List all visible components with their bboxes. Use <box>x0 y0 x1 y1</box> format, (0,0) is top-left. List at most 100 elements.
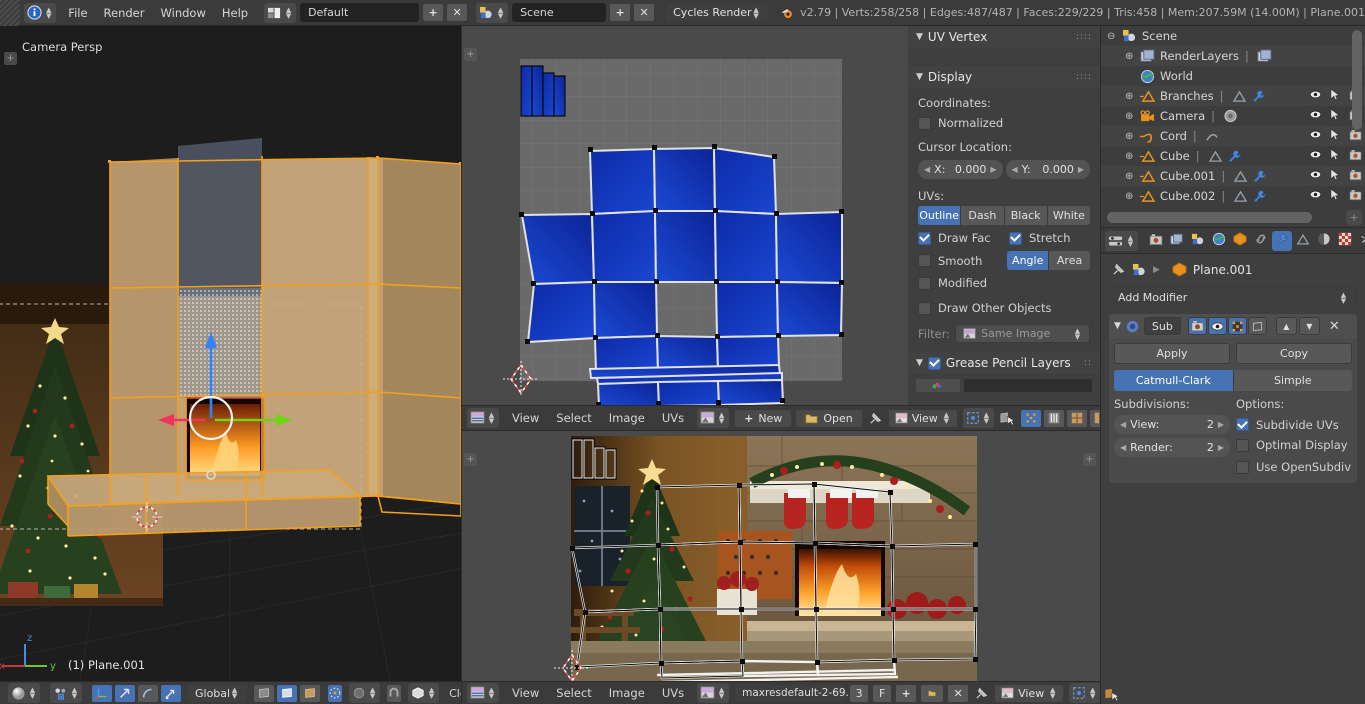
uv-bottom-image-name[interactable]: maxresdefault-2-69... <box>734 683 856 703</box>
camera-data-icon[interactable] <box>1221 109 1240 123</box>
pin-icon[interactable] <box>1111 262 1126 277</box>
uv-bottom-toolshelf-handle[interactable]: + <box>464 453 477 466</box>
uv-top-pin-button[interactable] <box>868 409 883 428</box>
modifier-oncage-toggle[interactable] <box>1247 317 1267 335</box>
mesh-data-icon[interactable] <box>1230 90 1249 103</box>
uv-bottom-unlink-button[interactable]: ✕ <box>947 683 970 703</box>
outliner-expander-icon[interactable]: ⊕ <box>1125 191 1138 202</box>
scene-spinner[interactable]: ▲ ▼ <box>496 4 505 21</box>
uv-bottom-users-count[interactable]: 3 <box>849 683 870 703</box>
scene-icon[interactable] <box>1132 263 1147 277</box>
uv-bottom-menu-uvs[interactable]: UVs <box>654 682 692 704</box>
outliner-expander-icon[interactable]: ⊕ <box>1125 91 1138 102</box>
grease-pencil-layer-row[interactable] <box>916 379 1092 393</box>
uv-bottom-fake-user-toggle[interactable]: F <box>872 683 893 703</box>
scene-name-field[interactable]: Scene <box>512 3 607 22</box>
3d-viewport-canvas[interactable]: z y x <box>0 26 461 681</box>
outliner-restrict-select-toggle[interactable] <box>1325 88 1345 104</box>
add-modifier-button[interactable]: Add Modifier ▲ ▼ <box>1109 287 1357 308</box>
outliner-row-cord[interactable]: ⊕ Cord | <box>1101 126 1365 146</box>
decrement-arrow-icon[interactable]: ◀ <box>1012 165 1018 174</box>
outliner-restrict-render-toggle[interactable] <box>1345 169 1365 184</box>
outliner-expander-icon[interactable]: ⊕ <box>1125 51 1138 62</box>
modifier-icon[interactable] <box>1250 169 1269 183</box>
increment-arrow-icon[interactable]: ▶ <box>1078 165 1084 174</box>
uv-bottom-image-datablock-selector[interactable]: ▲ ▼ <box>697 683 730 703</box>
normalized-checkbox[interactable] <box>918 116 931 130</box>
outliner-restrict-select-toggle[interactable] <box>1325 168 1345 184</box>
decrement-arrow-icon[interactable]: ◀ <box>924 165 930 174</box>
uv-top-editor-type-selector[interactable]: ▲ ▼ <box>467 408 499 428</box>
editor-corner-grab[interactable] <box>0 0 21 26</box>
rotate-manipulator-button[interactable] <box>137 683 159 703</box>
subdivide-uvs-checkbox[interactable] <box>1236 418 1249 431</box>
properties-editor-type-selector[interactable]: ▲ ▼ <box>1105 230 1138 251</box>
outliner-restrict-render-toggle[interactable] <box>1345 189 1365 204</box>
delete-scene-button[interactable]: ✕ <box>633 3 656 22</box>
snap-element-spinner[interactable]: ▲ ▼ <box>427 685 436 702</box>
data-tab[interactable] <box>1293 231 1313 251</box>
display-panel-header[interactable]: ▼ Display :::: <box>908 66 1100 88</box>
constraints-tab[interactable] <box>1251 231 1271 251</box>
outliner-restrict-render-toggle[interactable] <box>1345 129 1365 144</box>
uv-bottom-new-image-button[interactable]: + <box>895 683 918 703</box>
properties-editor[interactable]: ▲ ▼ ▶ Plane.001 Add Modifier ▲ ▼ ▼ Sub ▲… <box>1101 228 1365 704</box>
world-tab[interactable] <box>1209 231 1229 251</box>
modifier-icon[interactable] <box>1225 149 1244 163</box>
uv-top-image-spinner[interactable]: ▲ ▼ <box>717 410 726 427</box>
delete-screen-button[interactable]: ✕ <box>446 3 469 22</box>
outliner-restrict-view-toggle[interactable] <box>1305 109 1325 123</box>
uv-top-open-image-button[interactable]: Open <box>795 408 863 428</box>
uv-bottom-open-image-button[interactable] <box>920 683 945 703</box>
uv-top-pivot-spinner[interactable]: ▲ ▼ <box>982 410 991 427</box>
mesh-data-icon[interactable] <box>1206 150 1225 163</box>
editor-type-spinner[interactable]: ▲ ▼ <box>44 4 53 21</box>
snap-toggle-button[interactable] <box>386 683 403 703</box>
menu-file[interactable]: File <box>60 2 95 24</box>
mesh-data-icon[interactable] <box>1231 170 1250 183</box>
uv-bottom-image-spinner[interactable]: ▲ ▼ <box>717 685 726 702</box>
stretch-type-area[interactable]: Area <box>1049 251 1090 270</box>
outliner-restrict-select-toggle[interactable] <box>1325 188 1345 204</box>
decrement-arrow-icon[interactable]: ◀ <box>1120 443 1126 452</box>
menu-help[interactable]: Help <box>214 2 256 24</box>
3d-viewport[interactable]: z y x Camera Persp + (1) Plane.001 <box>0 26 461 681</box>
stretch-checkbox[interactable] <box>1009 231 1022 245</box>
uv-top-editor-spinner[interactable]: ▲ ▼ <box>487 410 496 427</box>
uv-bottom-menu-image[interactable]: Image <box>601 682 653 704</box>
falloff-spinner[interactable]: ▲ ▼ <box>368 685 377 702</box>
outliner-restrict-view-toggle[interactable] <box>1305 129 1325 143</box>
splitter-outliner-properties[interactable] <box>1101 227 1365 228</box>
properties-corner-grab[interactable] <box>1103 687 1120 702</box>
material-tab[interactable] <box>1314 231 1334 251</box>
algorithm-catmull-clark[interactable]: Catmull-Clark <box>1114 370 1234 391</box>
uv-top-menu-uvs[interactable]: UVs <box>654 407 692 429</box>
increment-arrow-icon[interactable]: ▶ <box>1218 443 1224 452</box>
outliner-row-scene[interactable]: ⊖ Scene <box>1101 26 1365 46</box>
outliner-row-cube-001[interactable]: ⊕ Cube.001 | <box>1101 166 1365 186</box>
outliner-expand-handle[interactable]: + <box>1346 210 1362 225</box>
add-scene-button[interactable]: + <box>609 3 632 22</box>
cursor-x-field[interactable]: ◀ X: 0.000 ▶ <box>918 160 1003 179</box>
screen-layout-name[interactable]: Default <box>300 3 420 22</box>
texture-tab[interactable] <box>1335 231 1355 251</box>
modifier-editmode-toggle[interactable] <box>1227 317 1247 335</box>
particles-tab[interactable] <box>1356 231 1365 251</box>
outliner-editor[interactable]: ⊖ Scene ⊕ RenderLayers | World ⊕ Branches | ⊕ Came… <box>1101 26 1365 227</box>
uv-editor-bottom-canvas[interactable] <box>462 431 1100 681</box>
modified-checkbox[interactable] <box>918 276 931 290</box>
renderlayers-tab[interactable] <box>1167 231 1187 251</box>
edge-select-mode-button[interactable] <box>276 683 299 703</box>
outliner-restrict-render-toggle[interactable] <box>1345 149 1365 164</box>
uv-editor-bottom[interactable]: + + <box>462 431 1100 681</box>
outliner-row-renderlayers[interactable]: ⊕ RenderLayers | <box>1101 46 1365 66</box>
modifiers-tab[interactable] <box>1272 230 1292 251</box>
scene-tab[interactable] <box>1188 231 1208 251</box>
object-tab[interactable] <box>1230 231 1250 251</box>
viewport-shading-selector[interactable]: ▲ ▼ <box>8 683 40 703</box>
chevron-down-icon[interactable]: ▼ <box>1114 321 1121 331</box>
modifier-name-field[interactable]: Sub <box>1143 317 1181 335</box>
cursor-y-field[interactable]: ◀ Y: 0.000 ▶ <box>1005 160 1090 179</box>
outliner-restrict-select-toggle[interactable] <box>1325 128 1345 144</box>
proportional-edit-button[interactable] <box>327 683 344 703</box>
